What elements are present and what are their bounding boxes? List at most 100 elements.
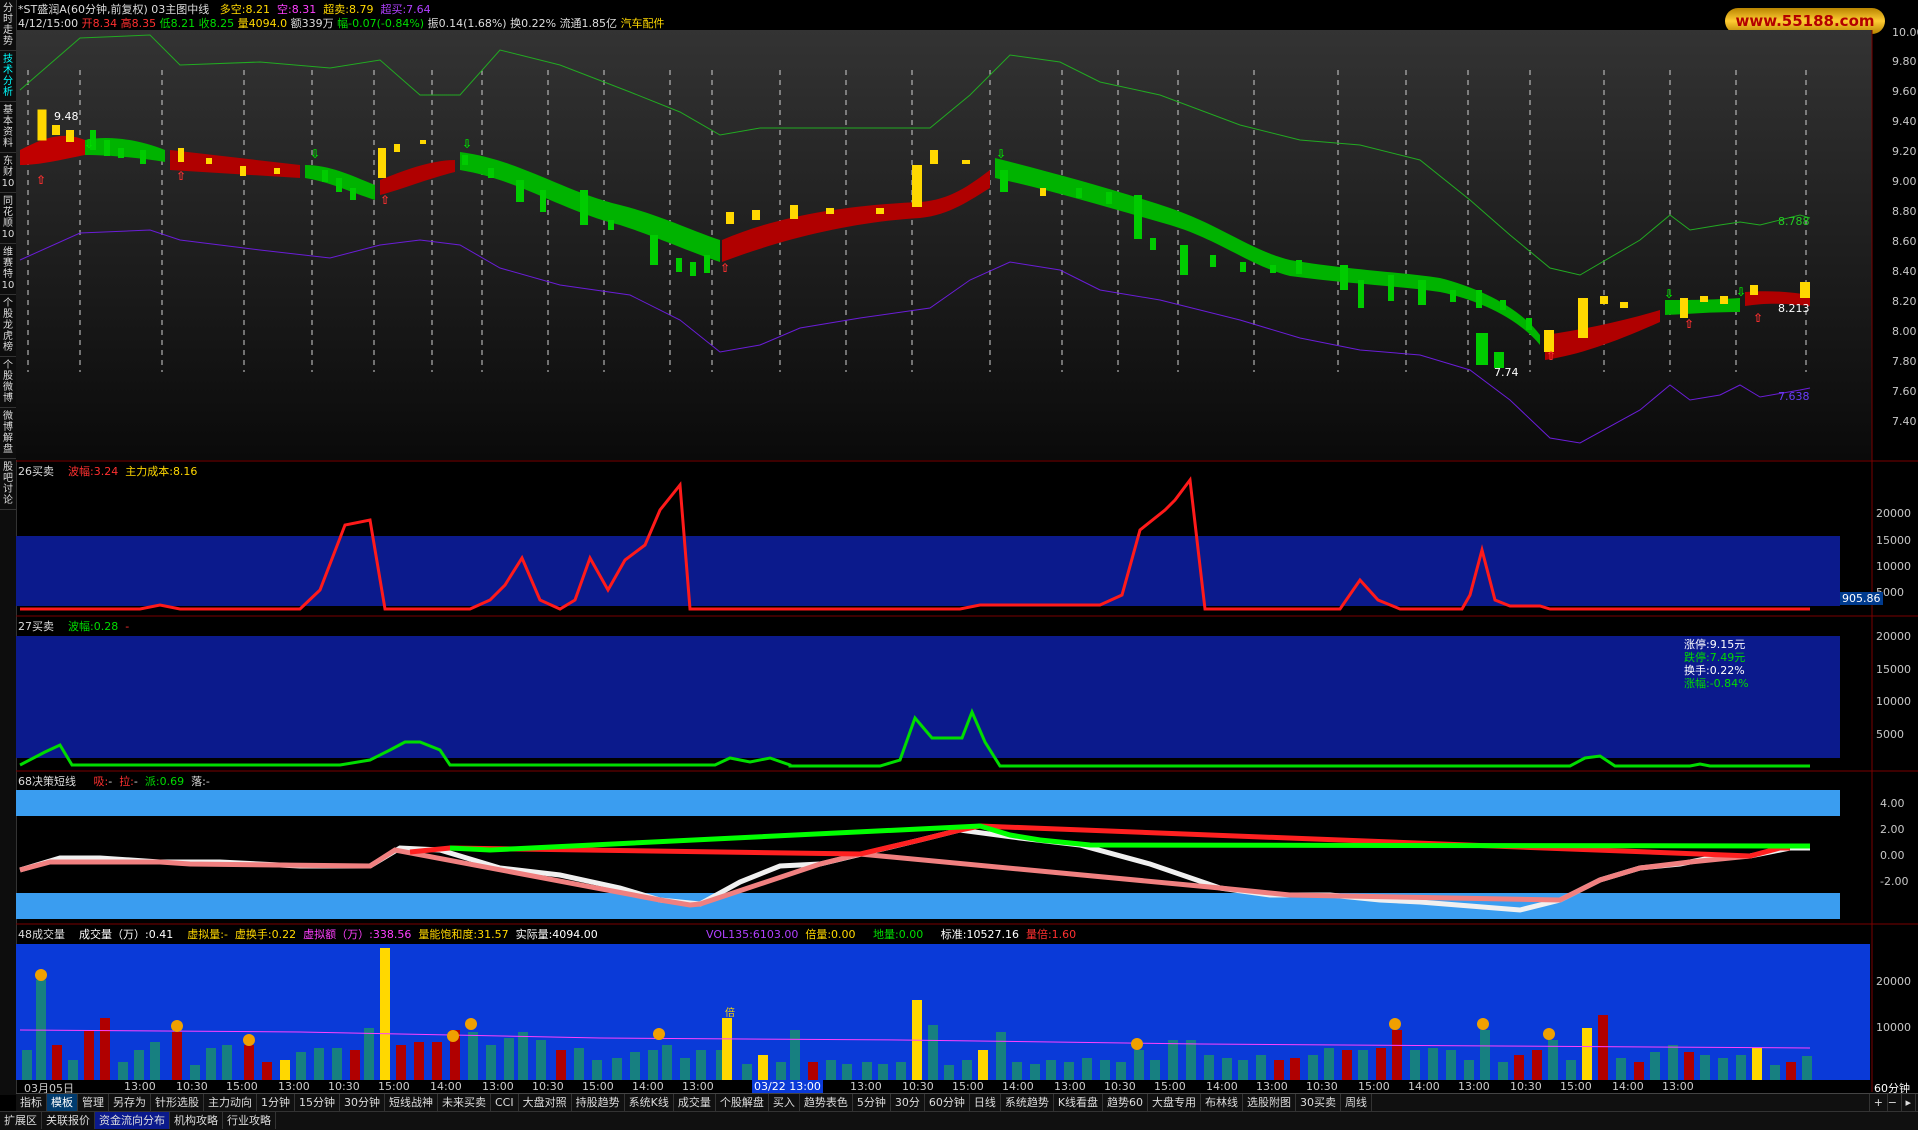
tab-k-view[interactable]: K线看盘 [1054, 1094, 1104, 1111]
panel68-pai: 0.69 [159, 775, 185, 788]
panel26-header: 26买卖 波幅:3.24 主力成本:8.16 [18, 463, 197, 479]
extension-tab-bar: 扩展区 关联报价 资金流向分布 机构攻略 行业攻略 [0, 1111, 1918, 1130]
tab-needle-select[interactable]: 针形选股 [151, 1094, 204, 1111]
indicator-tab-bar: 指标 模板 管理 另存为 针形选股 主力动向 1分钟 15分钟 30分钟 短线战神 未来买卖 CCI 大… [16, 1093, 1918, 1112]
panel27-wave: 0.28 [93, 620, 119, 633]
tab-hold-trend[interactable]: 持股趋势 [572, 1094, 625, 1111]
tab-trend-color[interactable]: 趋势表色 [800, 1094, 853, 1111]
tab-60min[interactable]: 60分钟 [925, 1094, 970, 1111]
tab-weekly[interactable]: 周线 [1341, 1094, 1373, 1111]
time-axis-label: 10:30 [1510, 1080, 1542, 1093]
panel68-pai-label: 派: [144, 775, 160, 788]
tab-volume[interactable]: 成交量 [674, 1094, 716, 1111]
tab-daily[interactable]: 日线 [970, 1094, 1001, 1111]
tab-buy[interactable]: 买入 [769, 1094, 800, 1111]
tab-trend60[interactable]: 趋势60 [1103, 1094, 1149, 1111]
tab-manage[interactable]: 管理 [78, 1094, 109, 1111]
panel27-info-box: 涨停:9.15元 跌停:7.49元 换手:0.22% 涨幅:-0.84% [1684, 638, 1749, 690]
time-cursor-label: 03/22 13:00 [752, 1080, 823, 1093]
panel27-header: 27买卖 波幅:0.28 - [18, 618, 129, 634]
tab-main-force[interactable]: 主力动向 [204, 1094, 257, 1111]
tab-15min[interactable]: 15分钟 [295, 1094, 340, 1111]
panel48-hl: 1.60 [1051, 928, 1077, 941]
tab-template[interactable]: 模板 [47, 1094, 78, 1111]
panel48-vhs-label: 虚换手: [234, 928, 272, 941]
high-mark-label: 9.48 [54, 110, 79, 123]
panel27-name: 27买卖 [18, 620, 54, 633]
price-axis-label: 9.00 [1892, 175, 1917, 188]
panel48-vol-label: 成交量（万）: [79, 928, 149, 941]
zoom-out-button[interactable]: − [1884, 1094, 1902, 1111]
panel26-value-box: 905.86 [1840, 592, 1883, 605]
panel68-xi-label: 吸: [93, 775, 109, 788]
tab-1min[interactable]: 1分钟 [257, 1094, 295, 1111]
change-pct-text: 涨幅:-0.84% [1684, 677, 1749, 690]
time-axis-label: 13:00 [1256, 1080, 1288, 1093]
tab-indicator[interactable]: 指标 [16, 1094, 47, 1111]
svg-text:⇧: ⇧ [1546, 349, 1556, 363]
time-axis-label: 13:00 [482, 1080, 514, 1093]
panel48-name: 48成交量 [18, 928, 65, 941]
tab-30fen[interactable]: 30分 [891, 1094, 925, 1111]
price-axis-label: 9.40 [1892, 115, 1917, 128]
panel48-vxl-label: 虚拟量: [187, 928, 224, 941]
tab-30-trade[interactable]: 30买卖 [1296, 1094, 1342, 1111]
panel48-axis-label: 10000 [1876, 1021, 1911, 1034]
tab-cci[interactable]: CCI [491, 1094, 519, 1111]
svg-text:⇩: ⇩ [462, 137, 472, 151]
panel26-axis-label: 15000 [1876, 534, 1911, 547]
panel68-axis-label: 4.00 [1880, 797, 1905, 810]
panel27-axis-label: 10000 [1876, 695, 1911, 708]
tab-save-as[interactable]: 另存为 [109, 1094, 151, 1111]
price-axis-label: 7.60 [1892, 385, 1917, 398]
panel48-hl-label: 量倍: [1025, 928, 1052, 941]
time-axis-label: 15:00 [378, 1080, 410, 1093]
panel48-vamt: 338.56 [372, 928, 412, 941]
price-axis-label: 7.40 [1892, 415, 1917, 428]
tab-5min[interactable]: 5分钟 [853, 1094, 891, 1111]
svg-text:⇧: ⇧ [1684, 317, 1694, 331]
price-axis-label: 9.60 [1892, 85, 1917, 98]
panel48-vxl: - [223, 928, 228, 941]
time-axis: 03月05日 13:00 10:30 15:00 13:00 10:30 15:… [16, 1080, 1872, 1095]
panel48-header-right: VOL135:6103.00 倍量:0.00 地量:0.00 标准:10527.… [706, 926, 1076, 942]
tab-system-trend[interactable]: 系统趋势 [1001, 1094, 1054, 1111]
tab-stock-analysis[interactable]: 个股解盘 [716, 1094, 769, 1111]
time-axis-label: 14:00 [632, 1080, 664, 1093]
panel26-axis-label: 20000 [1876, 507, 1911, 520]
tab-bollinger[interactable]: 布林线 [1201, 1094, 1244, 1111]
tab-institution[interactable]: 机构攻略 [170, 1112, 223, 1129]
tab-industry[interactable]: 行业攻略 [223, 1112, 276, 1129]
price-axis-label: 8.20 [1892, 295, 1917, 308]
tab-market-compare[interactable]: 大盘对照 [519, 1094, 572, 1111]
panel48-bz-label: 标准: [940, 928, 967, 941]
panel48-sj-label: 实际量: [515, 928, 553, 941]
time-axis-label: 15:00 [952, 1080, 984, 1093]
tab-30min[interactable]: 30分钟 [340, 1094, 385, 1111]
panel48-bh: 31.57 [477, 928, 509, 941]
svg-text:⇩: ⇩ [84, 137, 94, 151]
tab-extension[interactable]: 扩展区 [0, 1112, 42, 1129]
time-axis-label: 10:30 [1306, 1080, 1338, 1093]
tab-select-chart[interactable]: 选股附图 [1243, 1094, 1297, 1111]
panel48-sj: 4094.00 [552, 928, 598, 941]
time-axis-label: 14:00 [1612, 1080, 1644, 1093]
tab-fund-flow[interactable]: 资金流向分布 [95, 1112, 170, 1129]
scroll-right-button[interactable]: ▸ [1901, 1094, 1916, 1111]
main-chart-bg [16, 30, 1872, 460]
svg-text:⇧: ⇧ [176, 169, 186, 183]
limit-up-text: 涨停:9.15元 [1684, 638, 1746, 651]
time-axis-label: 15:00 [226, 1080, 258, 1093]
price-axis-label: 8.40 [1892, 265, 1917, 278]
panel68-la: - [133, 775, 138, 788]
tab-future-trade[interactable]: 未来买卖 [438, 1094, 491, 1111]
tab-market-special[interactable]: 大盘专用 [1148, 1094, 1202, 1111]
panel27-bg [16, 636, 1840, 758]
tab-related-quote[interactable]: 关联报价 [42, 1112, 95, 1129]
svg-text:⇧: ⇧ [380, 193, 390, 207]
time-axis-label: 13:00 [124, 1080, 156, 1093]
panel68-axis-label: 2.00 [1880, 823, 1905, 836]
tab-short-god[interactable]: 短线战神 [385, 1094, 438, 1111]
bei-marker: 倍 [725, 1008, 735, 1019]
tab-system-k[interactable]: 系统K线 [625, 1094, 674, 1111]
